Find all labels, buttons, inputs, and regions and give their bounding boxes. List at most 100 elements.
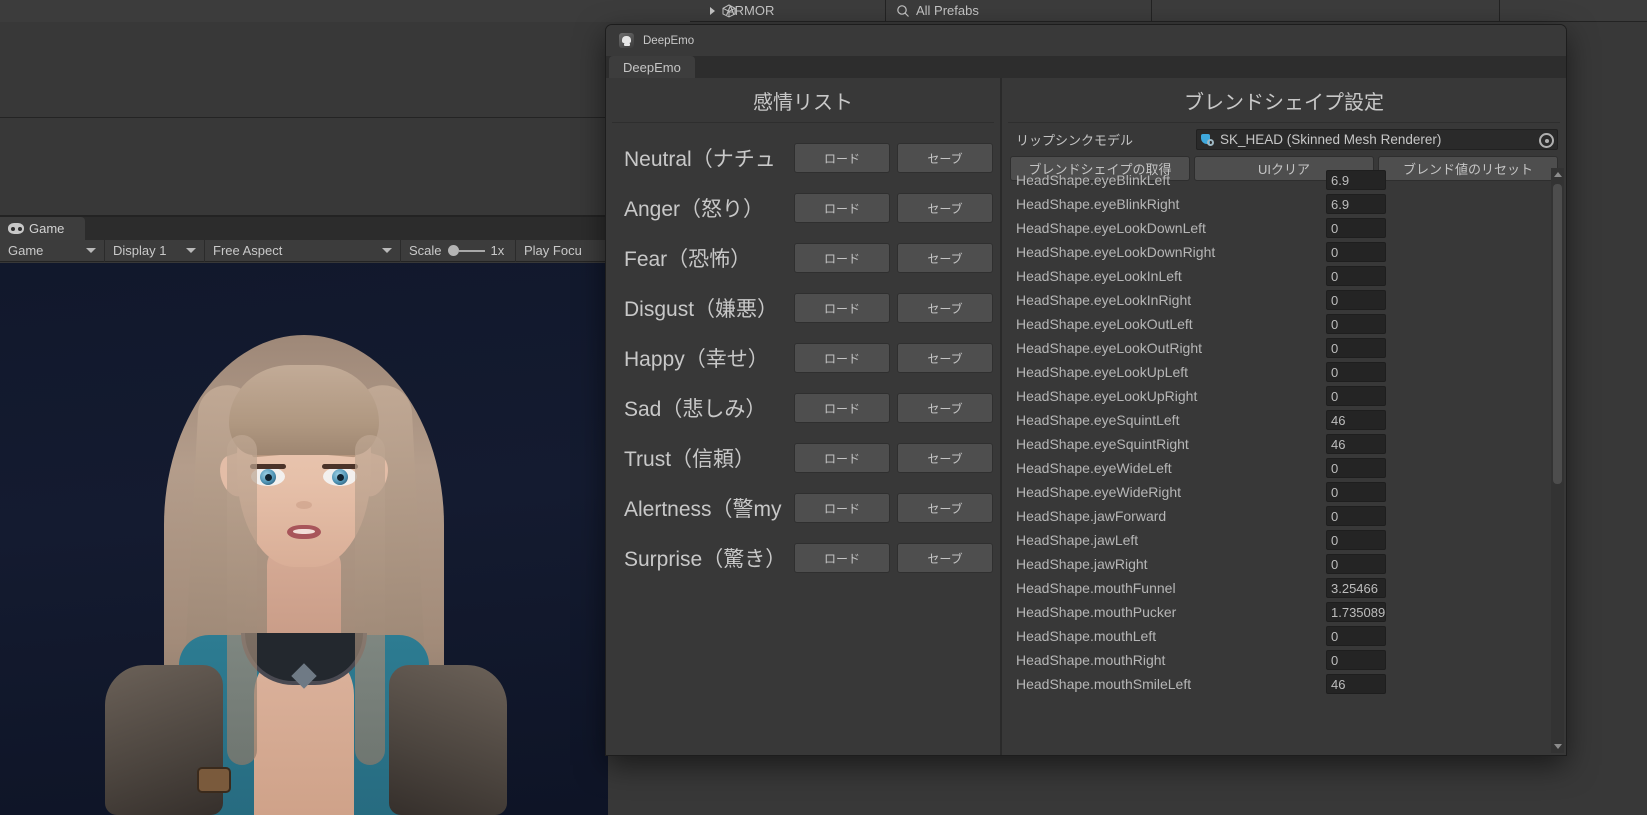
blendshape-row: HeadShape.eyeSquintLeft46 [1010, 408, 1558, 432]
top-strip-blank-right [1500, 0, 1647, 22]
blendshape-pane: ブレンドシェイプ設定 リップシンクモデル SK_HEAD (Skinned Me… [1002, 78, 1566, 755]
blendshape-name-label: HeadShape.eyeLookUpLeft [1010, 364, 1326, 380]
game-view-viewport[interactable] [0, 263, 608, 815]
scale-slider-control[interactable]: Scale 1x [401, 240, 516, 262]
emotion-name-label: Alertness（警my [624, 493, 794, 523]
blendshape-value-input[interactable]: 46 [1326, 434, 1386, 454]
lipsync-model-label: リップシンクモデル [1010, 130, 1196, 149]
emotion-save-button[interactable]: セーブ [897, 343, 993, 373]
emotion-name-label: Anger（怒り） [624, 193, 794, 223]
scrollbar-thumb[interactable] [1553, 184, 1562, 484]
editor-upper-panel [0, 22, 608, 117]
project-search-field[interactable]: All Prefabs [886, 0, 1152, 22]
blendshape-header-divider [1008, 122, 1560, 123]
emotion-load-button[interactable]: ロード [794, 193, 890, 223]
blendshape-value-input[interactable]: 0 [1326, 554, 1386, 574]
blendshape-value-input[interactable]: 0 [1326, 290, 1386, 310]
game-tab-label: Game [29, 221, 64, 236]
blendshape-scrollbar[interactable] [1551, 168, 1564, 753]
emotion-load-button[interactable]: ロード [794, 493, 890, 523]
blendshape-name-label: HeadShape.mouthRight [1010, 652, 1326, 668]
emotion-save-button[interactable]: セーブ [897, 393, 993, 423]
blendshape-value-input[interactable]: 0 [1326, 650, 1386, 670]
aspect-dropdown[interactable]: Free Aspect [205, 240, 401, 262]
tab-game[interactable]: Game [0, 217, 85, 240]
emotion-row: Happy（幸せ）ロードセーブ [606, 333, 1000, 383]
skull-icon [619, 33, 634, 48]
emotion-name-label: Sad（悲しみ） [624, 393, 794, 423]
blendshape-row: HeadShape.eyeLookInRight0 [1010, 288, 1558, 312]
blendshape-value-input[interactable]: 6.9 [1326, 194, 1386, 214]
emotion-save-button[interactable]: セーブ [897, 443, 993, 473]
play-focused-toggle[interactable]: Play Focu [516, 240, 590, 262]
blendshape-value-input[interactable]: 0 [1326, 530, 1386, 550]
blendshape-value-input[interactable]: 0 [1326, 506, 1386, 526]
emotion-list-header: 感情リスト [606, 78, 1000, 122]
blendshape-header: ブレンドシェイプ設定 [1002, 78, 1566, 122]
emotion-save-button[interactable]: セーブ [897, 243, 993, 273]
blendshape-row: HeadShape.jawRight0 [1010, 552, 1558, 576]
hierarchy-item-armor[interactable]: ARMOR [690, 0, 886, 22]
emotion-load-button[interactable]: ロード [794, 293, 890, 323]
emotion-load-button[interactable]: ロード [794, 393, 890, 423]
game-view-toolbar: Game Display 1 Free Aspect Scale 1x P [0, 240, 608, 262]
chevron-down-icon [382, 248, 392, 253]
scroll-up-arrow-icon[interactable] [1551, 168, 1564, 181]
blendshape-row: HeadShape.eyeLookOutLeft0 [1010, 312, 1558, 336]
character-render [69, 315, 539, 815]
emotion-save-button[interactable]: セーブ [897, 193, 993, 223]
emotion-row: Alertness（警myロードセーブ [606, 483, 1000, 533]
emotion-load-button[interactable]: ロード [794, 543, 890, 573]
scroll-down-arrow-icon[interactable] [1551, 740, 1564, 753]
blendshape-value-input[interactable]: 3.25466 [1326, 578, 1386, 598]
expand-triangle-icon[interactable] [710, 7, 715, 15]
blendshape-row: HeadShape.eyeLookUpLeft0 [1010, 360, 1558, 384]
blendshape-row: HeadShape.eyeBlinkLeft6.9 [1010, 168, 1558, 192]
lipsync-model-object-field[interactable]: SK_HEAD (Skinned Mesh Renderer) [1196, 129, 1558, 150]
blendshape-row: HeadShape.eyeLookUpRight0 [1010, 384, 1558, 408]
object-picker-icon[interactable] [1539, 133, 1554, 148]
emotion-load-button[interactable]: ロード [794, 443, 890, 473]
emotion-save-button[interactable]: セーブ [897, 543, 993, 573]
blendshape-value-input[interactable]: 1.735089 [1326, 602, 1386, 622]
emotion-load-button[interactable]: ロード [794, 343, 890, 373]
emotion-save-button[interactable]: セーブ [897, 293, 993, 323]
blendshape-value-input[interactable]: 0 [1326, 362, 1386, 382]
blendshape-row: HeadShape.eyeBlinkRight6.9 [1010, 192, 1558, 216]
slider-knob[interactable] [448, 245, 459, 256]
emotion-load-button[interactable]: ロード [794, 243, 890, 273]
scale-label: Scale [409, 243, 442, 258]
game-view-dropdown[interactable]: Game [0, 240, 105, 262]
scale-slider[interactable] [448, 245, 485, 256]
blendshape-value-input[interactable]: 0 [1326, 242, 1386, 262]
blendshape-value-input[interactable]: 0 [1326, 218, 1386, 238]
blendshape-value-input[interactable]: 0 [1326, 482, 1386, 502]
blendshape-value-input[interactable]: 0 [1326, 338, 1386, 358]
tab-deepemo[interactable]: DeepEmo [609, 56, 695, 78]
screen-root: ARMOR All Prefabs Game Game [0, 0, 1647, 815]
blendshape-value-input[interactable]: 6.9 [1326, 170, 1386, 190]
blendshape-value-input[interactable]: 0 [1326, 314, 1386, 334]
blendshape-value-input[interactable]: 0 [1326, 626, 1386, 646]
emotion-save-button[interactable]: セーブ [897, 493, 993, 523]
window-tab-bar: DeepEmo [606, 56, 1566, 78]
blendshape-value-input[interactable]: 0 [1326, 386, 1386, 406]
emotion-row: Trust（信頼）ロードセーブ [606, 433, 1000, 483]
blendshape-name-label: HeadShape.eyeBlinkRight [1010, 196, 1326, 212]
emotion-name-label: Neutral（ナチュ [624, 143, 794, 173]
blendshape-list[interactable]: HeadShape.eyeBlinkLeft6.9HeadShape.eyeBl… [1010, 168, 1558, 755]
aspect-dropdown-label: Free Aspect [213, 243, 282, 258]
emotion-load-button[interactable]: ロード [794, 143, 890, 173]
blendshape-value-input[interactable]: 46 [1326, 674, 1386, 694]
emotion-save-button[interactable]: セーブ [897, 143, 993, 173]
blendshape-row: HeadShape.eyeWideLeft0 [1010, 456, 1558, 480]
blendshape-value-input[interactable]: 0 [1326, 266, 1386, 286]
display-dropdown[interactable]: Display 1 [105, 240, 205, 262]
blendshape-value-input[interactable]: 46 [1326, 410, 1386, 430]
blendshape-row: HeadShape.eyeLookInLeft0 [1010, 264, 1558, 288]
blendshape-value-input[interactable]: 0 [1326, 458, 1386, 478]
blendshape-name-label: HeadShape.eyeLookUpRight [1010, 388, 1326, 404]
blendshape-name-label: HeadShape.eyeSquintRight [1010, 436, 1326, 452]
mouth [287, 525, 321, 539]
blendshape-row: HeadShape.mouthLeft0 [1010, 624, 1558, 648]
